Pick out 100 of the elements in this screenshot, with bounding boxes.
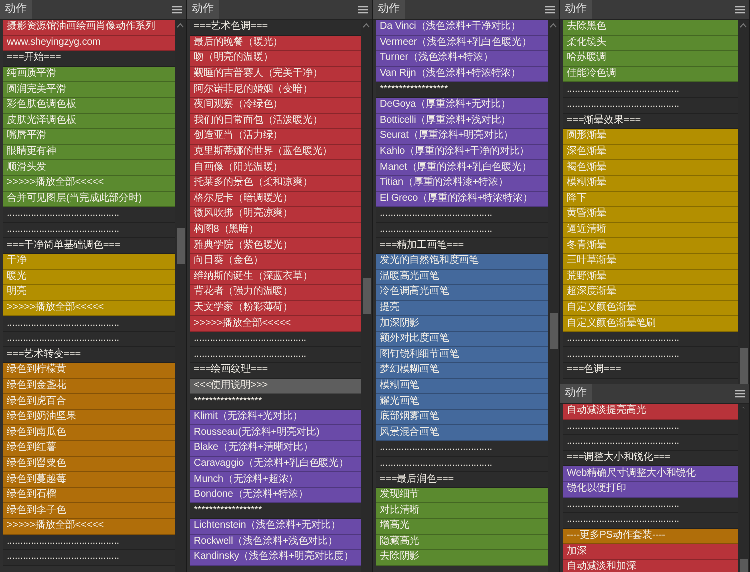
action-row[interactable]: >>>>>播放全部<<<<<	[3, 300, 175, 316]
action-row[interactable]: 去除黑色	[563, 20, 738, 36]
action-row[interactable]: 摄影资源馆油画绘画肖像动作系列	[3, 20, 175, 36]
action-row[interactable]: 创造亚当（活力绿）	[190, 129, 361, 145]
action-row[interactable]: 皮肤光泽调色板	[3, 114, 175, 130]
action-row[interactable]: 绿色到奶油坚果	[3, 410, 175, 426]
action-row[interactable]: 圆形渐晕	[563, 129, 738, 145]
action-row[interactable]: Da Vinci（浅色涂料+干净对比）	[376, 20, 548, 36]
action-row[interactable]: Klimit（无涂料+光对比）	[190, 410, 361, 426]
menu-icon[interactable]	[735, 6, 745, 14]
scrollbar[interactable]	[738, 404, 749, 572]
action-row[interactable]: 绿色到柠檬黄	[3, 363, 175, 379]
action-row[interactable]: ===最后润色===	[376, 472, 548, 488]
action-row[interactable]: 风景混合画笔	[376, 425, 548, 442]
scroll-thumb[interactable]	[740, 558, 748, 572]
action-row[interactable]: ..........................................	[376, 222, 548, 238]
action-row[interactable]: 绿色到南瓜色	[3, 425, 175, 442]
scrollbar[interactable]	[738, 20, 749, 384]
action-row[interactable]: ******************	[190, 503, 361, 519]
action-row[interactable]: 绿色到红薯	[3, 441, 175, 457]
action-row[interactable]: 背花者（强力的温暖）	[190, 285, 361, 301]
action-row[interactable]: 阿尔诺菲尼的婚姻（变暗）	[190, 82, 361, 98]
action-row[interactable]: Lichtenstein（浅色涂料+无对比）	[190, 519, 361, 535]
action-row[interactable]: 自定义颜色渐晕笔刷	[563, 316, 738, 332]
action-row[interactable]: 锐化以便打印	[563, 482, 738, 498]
action-row[interactable]: Caravaggio（无涂料+乳白色暖光）	[190, 456, 361, 472]
action-row[interactable]: 圆润完美平滑	[3, 82, 175, 98]
action-row[interactable]: 模糊渐晕	[563, 176, 738, 192]
action-row[interactable]: 合并可见图层(当完成此部分时)	[3, 192, 175, 208]
action-row[interactable]: 荒野渐晕	[563, 270, 738, 286]
action-row[interactable]: 最后的晚餐（暖光）	[190, 36, 361, 52]
scroll-thumb[interactable]	[176, 228, 184, 264]
menu-icon[interactable]	[735, 390, 745, 398]
action-row[interactable]: 冷色调高光画笔	[376, 285, 548, 301]
action-row[interactable]: 纯画质平滑	[3, 66, 175, 82]
action-row[interactable]: 嘴唇平滑	[3, 129, 175, 145]
action-row[interactable]: Botticelli（厚重涂料+浅对比）	[376, 114, 548, 130]
menu-icon[interactable]	[172, 6, 182, 14]
action-row[interactable]: 明亮	[3, 285, 175, 301]
action-row[interactable]: 自动减淡和加深	[563, 560, 738, 572]
action-row[interactable]: Manet（厚重的涂料+乳白色暖光）	[376, 160, 548, 176]
action-row[interactable]: Munch（无涂料+超浓）	[190, 472, 361, 488]
action-row[interactable]: 自动减淡提亮高光	[563, 404, 738, 420]
action-row[interactable]: 天文学家（粉彩薄荷）	[190, 300, 361, 316]
action-row[interactable]: ===艺术转变===	[3, 347, 175, 364]
action-row[interactable]: 绿色到李子色	[3, 503, 175, 519]
action-row[interactable]: 图钉锐利细节画笔	[376, 347, 548, 364]
action-row[interactable]: 加深阴影	[376, 316, 548, 332]
menu-icon[interactable]	[545, 6, 555, 14]
action-row[interactable]: Rousseau(无涂料+明亮对比)	[190, 425, 361, 442]
scroll-thumb[interactable]	[362, 278, 370, 314]
action-row[interactable]: 发现细节	[376, 488, 548, 504]
scroll-thumb[interactable]	[740, 348, 748, 384]
action-row[interactable]: 维纳斯的诞生（深蓝衣草）	[190, 270, 361, 286]
action-row[interactable]: Vermeer（浅色涂料+乳白色暖光）	[376, 36, 548, 52]
action-row[interactable]: 对比清晰	[376, 503, 548, 519]
action-row[interactable]: Titian（厚重的涂料漆+特浓）	[376, 176, 548, 192]
action-row[interactable]: 绿色到罂粟色	[3, 456, 175, 472]
action-row[interactable]: 眼睛更有神	[3, 144, 175, 160]
action-row[interactable]: ===艺术色调===	[190, 20, 361, 36]
scrollbar[interactable]	[361, 20, 372, 572]
action-row[interactable]: 三叶草渐晕	[563, 254, 738, 270]
action-row[interactable]: 深色渐晕	[563, 144, 738, 160]
action-row[interactable]: Web精确尺寸调整大小和锐化	[563, 466, 738, 482]
action-row[interactable]: 额外对比度画笔	[376, 332, 548, 348]
action-row[interactable]: 觐睡的吉普赛人（完美干净）	[190, 66, 361, 82]
action-row[interactable]: Bondone（无涂料+特浓）	[190, 488, 361, 504]
action-row[interactable]: 底部烟雾画笔	[376, 410, 548, 426]
action-row[interactable]: 夜间观察（冷绿色）	[190, 98, 361, 114]
action-row[interactable]: >>>>>播放全部<<<<<	[190, 316, 361, 332]
action-row[interactable]: 干净	[3, 254, 175, 270]
action-row[interactable]: 雅典学院（紫色暖光）	[190, 238, 361, 254]
action-row[interactable]: 柔化镜头	[563, 36, 738, 52]
action-row[interactable]: 褐色渐晕	[563, 160, 738, 176]
action-row[interactable]: DeGoya（厚重涂料+无对比）	[376, 98, 548, 114]
action-row[interactable]: 增高光	[376, 519, 548, 535]
action-row[interactable]: Kandinsky（浅色涂料+明亮对比度）	[190, 550, 361, 566]
action-row[interactable]: 克里斯蒂娜的世界（蓝色暖光）	[190, 144, 361, 160]
action-row[interactable]: 暖光	[3, 270, 175, 286]
action-row[interactable]: 加深	[563, 544, 738, 560]
action-row[interactable]: 构图8（黑暗）	[190, 222, 361, 238]
action-row[interactable]: 哈苏暖调	[563, 51, 738, 67]
action-row[interactable]: 超深度渐晕	[563, 285, 738, 301]
panel-tab[interactable]: 动作	[560, 384, 592, 403]
action-row[interactable]: 格尔尼卡（暗调暖光）	[190, 192, 361, 208]
action-row[interactable]: 彩色肤色调色板	[3, 98, 175, 114]
scroll-thumb[interactable]	[550, 313, 558, 349]
action-row[interactable]: 顺滑头发	[3, 160, 175, 176]
action-row[interactable]: 佳能冷色调	[563, 66, 738, 82]
scrollbar[interactable]	[175, 20, 186, 572]
action-row[interactable]: Turner（浅色涂料+特浓）	[376, 51, 548, 67]
action-row[interactable]: 向日葵（金色）	[190, 254, 361, 270]
action-row[interactable]: 耀光画笔	[376, 394, 548, 410]
action-row[interactable]: 温暖高光画笔	[376, 270, 548, 286]
panel-tab[interactable]: 动作	[187, 0, 219, 19]
action-row[interactable]: Kahlo（厚重的涂料+干净的对比）	[376, 144, 548, 160]
action-row[interactable]: 绿色到虎百合	[3, 394, 175, 410]
action-row[interactable]: 模糊画笔	[376, 378, 548, 394]
action-row[interactable]: 自画像（阳光温暖）	[190, 160, 361, 176]
action-row[interactable]: Van Rijn（浅色涂料+特浓特浓）	[376, 66, 548, 82]
